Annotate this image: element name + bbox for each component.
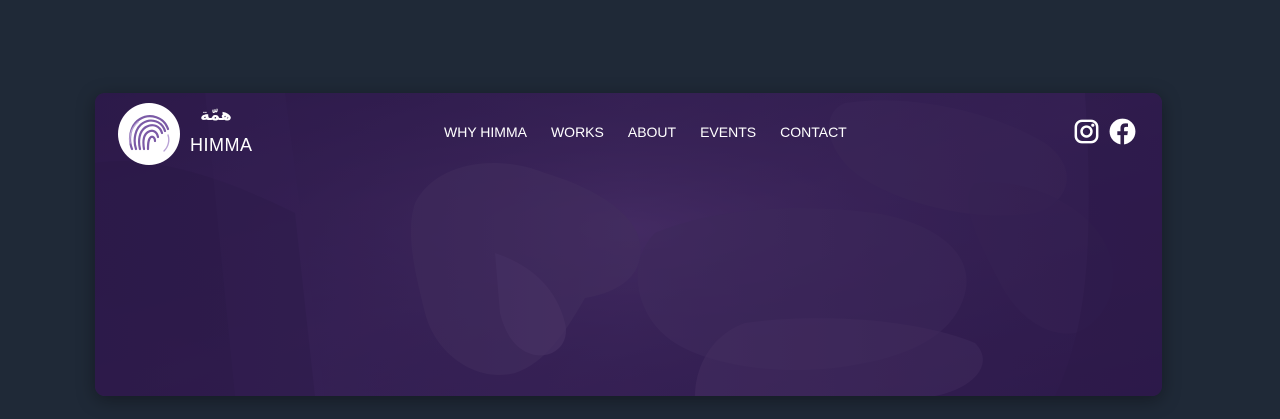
- nav-links: WHY HIMMA WORKS ABOUT EVENTS CONTACT: [444, 124, 847, 140]
- nav-link-why-himma[interactable]: WHY HIMMA: [444, 124, 527, 140]
- brand-name[interactable]: HIMMA: [190, 135, 253, 156]
- navbar: همّة HIMMA WHY HIMMA WORKS ABOUT EVENTS …: [95, 93, 1162, 173]
- instagram-icon[interactable]: [1073, 118, 1100, 145]
- nav-link-contact[interactable]: CONTACT: [780, 124, 847, 140]
- social-links: [1073, 118, 1136, 145]
- nav-link-works[interactable]: WORKS: [551, 124, 604, 140]
- hero-banner: همّة HIMMA WHY HIMMA WORKS ABOUT EVENTS …: [95, 93, 1162, 396]
- page: همّة HIMMA WHY HIMMA WORKS ABOUT EVENTS …: [0, 0, 1280, 419]
- fingerprint-logo-icon: [129, 115, 170, 152]
- nav-link-about[interactable]: ABOUT: [628, 124, 676, 140]
- facebook-icon[interactable]: [1109, 118, 1136, 145]
- nav-link-events[interactable]: EVENTS: [700, 124, 756, 140]
- brand-arabic-name: همّة: [200, 105, 232, 124]
- brand-logo[interactable]: [118, 103, 180, 165]
